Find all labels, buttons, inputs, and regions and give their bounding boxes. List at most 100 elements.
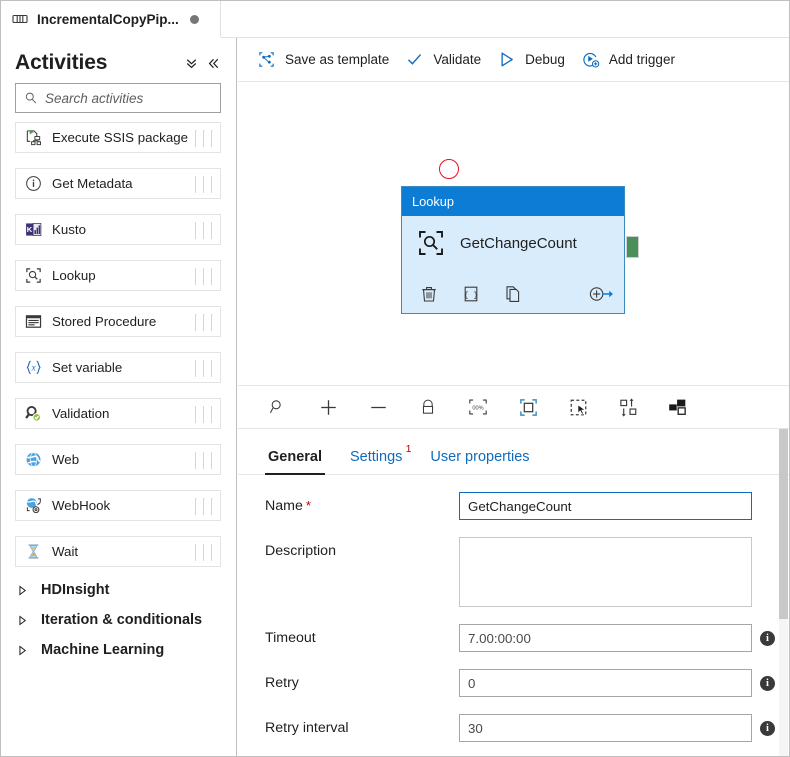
debug-label: Debug bbox=[525, 52, 565, 67]
tab-user-properties[interactable]: User properties bbox=[416, 449, 543, 474]
timeout-input[interactable] bbox=[459, 624, 752, 652]
activity-group-machine-learning[interactable]: Machine Learning bbox=[17, 642, 222, 658]
node-action-bar: { } bbox=[402, 284, 624, 304]
drag-handle[interactable] bbox=[195, 222, 212, 239]
activity-item-execute-ssis-package[interactable]: Execute SSIS package bbox=[15, 122, 221, 153]
success-connector-handle[interactable] bbox=[626, 236, 639, 258]
activity-label: Set variable bbox=[52, 360, 123, 375]
delete-trash-icon[interactable] bbox=[419, 284, 439, 304]
double-chevron-left-icon[interactable] bbox=[202, 52, 224, 74]
info-circle-icon[interactable]: i bbox=[760, 631, 775, 646]
svg-text:{ }: { } bbox=[464, 291, 478, 300]
name-label-text: Name bbox=[265, 498, 303, 514]
search-input[interactable] bbox=[38, 89, 226, 107]
activity-label: Web bbox=[52, 452, 80, 467]
retry-interval-input[interactable] bbox=[459, 714, 752, 742]
validate-button[interactable]: Validate bbox=[402, 44, 494, 76]
properties-scrollbar-thumb[interactable] bbox=[779, 429, 788, 619]
double-chevron-down-icon[interactable] bbox=[180, 52, 202, 74]
drag-handle[interactable] bbox=[195, 498, 212, 515]
canvas-zoom-toolbar: 00% bbox=[238, 385, 789, 429]
drag-handle[interactable] bbox=[195, 406, 212, 423]
add-trigger-button[interactable]: Add trigger bbox=[578, 44, 688, 76]
tab-settings[interactable]: Settings 1 bbox=[336, 443, 416, 474]
zoom-out-minus-icon[interactable] bbox=[366, 395, 390, 419]
node-type-label: Lookup bbox=[412, 194, 454, 209]
validation-icon bbox=[24, 404, 43, 423]
retry-input[interactable] bbox=[459, 669, 752, 697]
activity-group-iteration-conditionals[interactable]: Iteration & conditionals bbox=[17, 612, 222, 628]
activity-item-get-metadata[interactable]: Get Metadata bbox=[15, 168, 221, 199]
zoom-100-percent-icon[interactable]: 00% bbox=[466, 395, 490, 419]
validate-label: Validate bbox=[433, 52, 482, 67]
add-output-arrow-icon[interactable] bbox=[588, 284, 613, 304]
search-box[interactable] bbox=[15, 83, 226, 113]
save-as-template-button[interactable]: Save as template bbox=[254, 44, 402, 76]
activity-label: Stored Procedure bbox=[52, 314, 157, 329]
properties-scrollbar[interactable] bbox=[779, 429, 788, 756]
drag-handle[interactable] bbox=[195, 452, 212, 469]
zoom-in-plus-icon[interactable] bbox=[316, 395, 340, 419]
zoom-to-fit-icon[interactable] bbox=[516, 395, 540, 419]
svg-text:x: x bbox=[31, 363, 36, 373]
webhook-icon bbox=[24, 496, 43, 515]
set-variable-icon: x bbox=[24, 358, 43, 377]
lookup-activity-icon bbox=[416, 228, 446, 258]
info-circle-icon[interactable]: i bbox=[760, 721, 775, 736]
web-icon bbox=[24, 450, 43, 469]
activity-item-lookup[interactable]: Lookup bbox=[15, 260, 221, 291]
timeout-label: Timeout bbox=[265, 630, 316, 646]
retry-interval-control: i bbox=[459, 714, 775, 742]
search-activities-container bbox=[1, 81, 236, 113]
activity-group-hdinsight[interactable]: HDInsight bbox=[17, 582, 222, 598]
field-row-retry-interval: Retry interval i bbox=[238, 714, 789, 742]
marquee-select-icon[interactable] bbox=[566, 395, 590, 419]
activity-node-getchangecount[interactable]: Lookup GetChangeCount {} bbox=[401, 186, 625, 314]
node-name-label: GetChangeCount bbox=[460, 234, 577, 252]
pipeline-tab[interactable]: IncrementalCopyPip... bbox=[1, 1, 221, 38]
activity-item-stored-procedure[interactable]: Stored Procedure bbox=[15, 306, 221, 337]
get-metadata-icon bbox=[24, 174, 43, 193]
activity-label: Lookup bbox=[52, 268, 96, 283]
lookup-icon bbox=[24, 266, 43, 285]
execute-ssis-package-icon bbox=[24, 128, 43, 147]
node-type-header: Lookup bbox=[402, 187, 624, 216]
drag-handle[interactable] bbox=[195, 360, 212, 377]
debug-button[interactable]: Debug bbox=[494, 44, 578, 76]
field-row-description: Description bbox=[238, 537, 789, 607]
activity-item-kusto[interactable]: K Kusto bbox=[15, 214, 221, 245]
activity-item-web[interactable]: Web bbox=[15, 444, 221, 475]
drag-handle[interactable] bbox=[195, 544, 212, 561]
tab-general[interactable]: General bbox=[254, 449, 336, 475]
field-row-retry: Retry i bbox=[238, 669, 789, 697]
search-icon bbox=[24, 91, 38, 105]
lock-icon[interactable] bbox=[416, 395, 440, 419]
activity-label: Get Metadata bbox=[52, 176, 133, 191]
zoom-search-icon[interactable] bbox=[266, 395, 290, 419]
timeout-control: i bbox=[459, 624, 775, 652]
save-as-template-icon bbox=[257, 50, 276, 69]
activity-item-validation[interactable]: Validation bbox=[15, 398, 221, 429]
canvas-command-bar: Save as template Validate Debug Add trig… bbox=[238, 38, 789, 82]
name-input[interactable] bbox=[459, 492, 752, 520]
info-circle-icon[interactable]: i bbox=[760, 676, 775, 691]
activity-item-webhook[interactable]: WebHook bbox=[15, 490, 221, 521]
drag-handle[interactable] bbox=[195, 314, 212, 331]
description-textarea[interactable] bbox=[459, 537, 752, 607]
auto-align-icon[interactable] bbox=[616, 395, 640, 419]
name-label: Name * bbox=[265, 492, 459, 514]
drag-handle[interactable] bbox=[195, 130, 212, 147]
activity-label: Kusto bbox=[52, 222, 87, 237]
drag-handle[interactable] bbox=[195, 268, 212, 285]
drag-handle[interactable] bbox=[195, 176, 212, 193]
required-asterisk: * bbox=[305, 498, 311, 513]
group-label: HDInsight bbox=[41, 582, 110, 598]
copy-duplicate-icon[interactable] bbox=[503, 284, 523, 304]
tab-general-label: General bbox=[268, 449, 322, 465]
canvas-surface[interactable]: Lookup GetChangeCount {} bbox=[238, 82, 789, 385]
activity-item-set-variable[interactable]: x Set variable bbox=[15, 352, 221, 383]
toggle-minimap-icon[interactable] bbox=[666, 395, 690, 419]
svg-text:00%: 00% bbox=[472, 405, 483, 411]
activity-item-wait[interactable]: Wait bbox=[15, 536, 221, 567]
code-braces-icon[interactable]: { } bbox=[461, 284, 481, 304]
